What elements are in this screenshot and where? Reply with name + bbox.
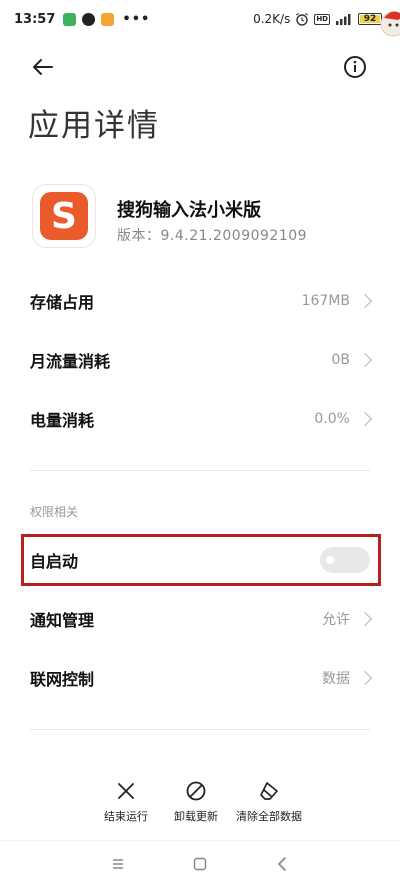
signal-icon — [336, 14, 351, 25]
row-label: 电量消耗 — [30, 411, 95, 430]
clear-all-data-button[interactable]: 清除全部数据 — [224, 780, 314, 824]
app-notification-icon — [101, 12, 115, 26]
hd-icon: HD — [314, 13, 330, 25]
row-value: 数据 — [322, 671, 350, 687]
nav-divider — [0, 840, 400, 841]
notification-management-row[interactable]: 通知管理 允许 — [0, 597, 400, 641]
wechat-notification-icon — [63, 12, 77, 26]
info-icon[interactable] — [342, 54, 368, 80]
page-title: 应用详情 — [28, 108, 160, 144]
row-label: 通知管理 — [30, 611, 95, 630]
row-value: 167MB — [301, 293, 350, 309]
back-arrow-icon[interactable] — [28, 52, 58, 82]
eraser-icon — [260, 782, 278, 800]
network-control-row[interactable]: 联网控制 数据 — [0, 656, 400, 700]
chevron-right-icon — [357, 611, 373, 627]
storage-row[interactable]: 存储占用 167MB — [0, 279, 400, 323]
home-icon[interactable] — [188, 854, 212, 874]
clear-all-data-label: 清除全部数据 — [236, 810, 302, 823]
app-icon: S — [32, 184, 96, 248]
data-usage-row[interactable]: 月流量消耗 0B — [0, 338, 400, 382]
row-label: 存储占用 — [30, 293, 95, 312]
back-icon[interactable] — [271, 854, 295, 874]
app-name: 搜狗输入法小米版 — [117, 200, 261, 221]
menu-icon[interactable] — [106, 854, 130, 874]
more-notifications-icon: ••• — [122, 11, 151, 27]
app-version: 版本：9.4.21.2009092109 — [117, 228, 308, 244]
alarm-icon — [296, 12, 309, 26]
chevron-right-icon — [357, 411, 373, 427]
qq-notification-icon — [82, 12, 96, 26]
divider — [30, 470, 370, 471]
battery-usage-row[interactable]: 电量消耗 0.0% — [0, 397, 400, 441]
row-value: 0B — [331, 352, 350, 368]
row-value: 允许 — [322, 612, 350, 628]
sogou-logo-icon: S — [40, 192, 88, 240]
chevron-right-icon — [357, 670, 373, 686]
row-label: 联网控制 — [30, 670, 95, 689]
logo-glyph: S — [51, 195, 77, 237]
status-time: 13:57 — [14, 11, 56, 27]
block-icon — [186, 781, 206, 801]
divider — [30, 729, 370, 730]
status-bar: 13:57 ••• 0.2K/s HD 92 — [0, 0, 400, 38]
floating-avatar-icon[interactable] — [378, 6, 400, 40]
system-navigation-bar — [0, 840, 400, 888]
chevron-right-icon — [357, 352, 373, 368]
network-speed: 0.2K/s — [253, 12, 291, 26]
section-title-permissions: 权限相关 — [30, 505, 79, 519]
uninstall-updates-label: 卸载更新 — [174, 810, 218, 823]
highlight-annotation-box — [21, 534, 381, 586]
chevron-right-icon — [357, 293, 373, 309]
force-stop-label: 结束运行 — [104, 810, 148, 823]
status-indicators: 0.2K/s HD 92 — [253, 12, 382, 26]
close-icon — [118, 783, 134, 799]
battery-level: 92 — [363, 14, 377, 24]
row-value: 0.0% — [314, 411, 350, 427]
row-label: 月流量消耗 — [30, 352, 111, 371]
